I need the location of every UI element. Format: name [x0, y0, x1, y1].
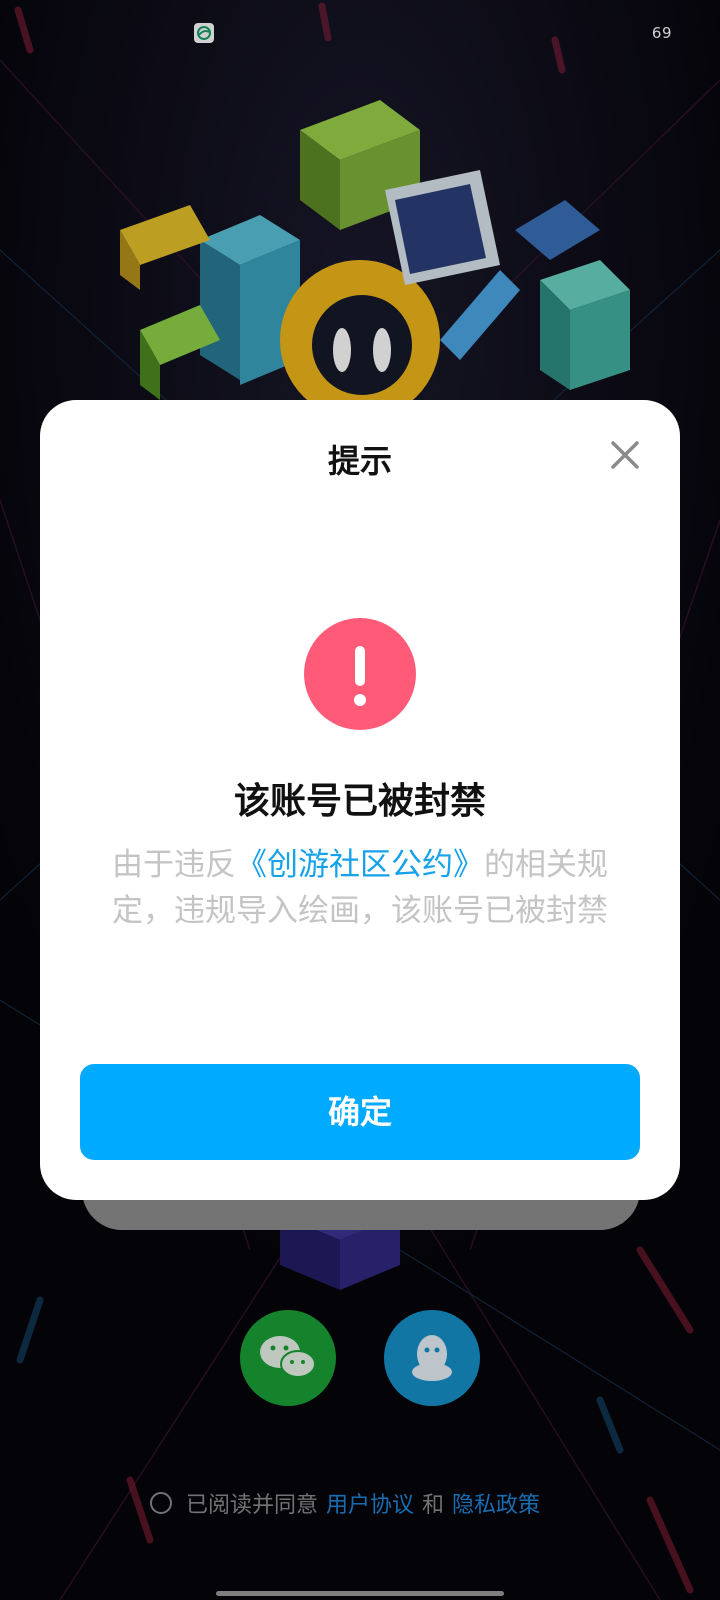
ban-heading: 该账号已被封禁	[233, 781, 486, 822]
dialog-title: 提示	[327, 442, 392, 480]
ban-dialog: 提示 该账号已被封禁 由于违反《创游社区公约》的相关规定，违规导入绘画，该账号已…	[40, 400, 680, 1200]
app-screen: 69 已阅读并同意 用户协议 和 隐私政策 提示 该账号已被封禁 由于违反《创游…	[0, 0, 720, 1600]
close-icon	[611, 441, 639, 469]
message-before-link: 由于违反	[112, 847, 236, 883]
confirm-button[interactable]: 确定	[80, 1064, 640, 1160]
community-rules-link[interactable]: 《创游社区公约》	[236, 847, 484, 883]
close-button[interactable]	[600, 430, 650, 480]
exclamation-icon	[304, 618, 416, 730]
ban-message: 由于违反《创游社区公约》的相关规定，违规导入绘画，该账号已被封禁	[102, 842, 618, 934]
